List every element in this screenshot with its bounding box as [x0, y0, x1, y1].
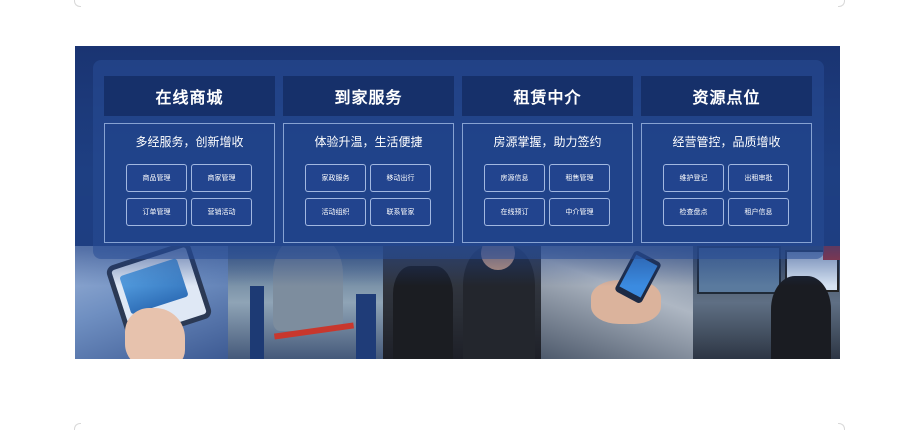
- tenant-info-button[interactable]: 租户信息: [728, 198, 789, 226]
- event-organization-button[interactable]: 活动组织: [305, 198, 366, 226]
- card-subtitle: 体验升温，生活便捷: [314, 135, 423, 149]
- order-management-button[interactable]: 订单管理: [126, 198, 187, 226]
- card-body: 经营管控，品质增收 维护登记 出租审批 检查盘点 租户信息: [641, 123, 812, 243]
- service-cards-panel: 在线商城 多经服务，创新增收 商品管理 商家管理 订单管理 营销活动 到家服务 …: [93, 60, 824, 259]
- contact-butler-button[interactable]: 联系管家: [370, 198, 431, 226]
- card-title: 资源点位: [641, 76, 812, 116]
- rental-approval-button[interactable]: 出租审批: [728, 164, 789, 192]
- marketing-activity-button[interactable]: 营销活动: [191, 198, 252, 226]
- card-body: 体验升温，生活便捷 家政服务 移动出行 活动组织 联系管家: [283, 123, 454, 243]
- services-banner: 在线商城 多经服务，创新增收 商品管理 商家管理 订单管理 营销活动 到家服务 …: [75, 46, 840, 359]
- card-home-service: 到家服务 体验升温，生活便捷 家政服务 移动出行 活动组织 联系管家: [283, 76, 454, 243]
- listing-info-button[interactable]: 房源信息: [484, 164, 545, 192]
- merchant-management-button[interactable]: 商家管理: [191, 164, 252, 192]
- inspection-inventory-button[interactable]: 检查盘点: [663, 198, 724, 226]
- frame-corner-top-left: [74, 0, 81, 7]
- card-title: 到家服务: [283, 76, 454, 116]
- card-title: 租赁中介: [462, 76, 633, 116]
- product-management-button[interactable]: 商品管理: [126, 164, 187, 192]
- rent-sale-management-button[interactable]: 租售管理: [549, 164, 610, 192]
- agency-management-button[interactable]: 中介管理: [549, 198, 610, 226]
- card-online-mall: 在线商城 多经服务，创新增收 商品管理 商家管理 订单管理 营销活动: [104, 76, 275, 243]
- card-subtitle: 多经服务，创新增收: [135, 135, 244, 149]
- card-body: 房源掌握，助力签约 房源信息 租售管理 在线预订 中介管理: [462, 123, 633, 243]
- card-rental-agency: 租赁中介 房源掌握，助力签约 房源信息 租售管理 在线预订 中介管理: [462, 76, 633, 243]
- housekeeping-button[interactable]: 家政服务: [305, 164, 366, 192]
- card-subtitle: 经营管控，品质增收: [672, 135, 781, 149]
- frame-corner-top-right: [838, 0, 845, 7]
- mobile-travel-button[interactable]: 移动出行: [370, 164, 431, 192]
- card-title: 在线商城: [104, 76, 275, 116]
- online-booking-button[interactable]: 在线预订: [484, 198, 545, 226]
- card-body: 多经服务，创新增收 商品管理 商家管理 订单管理 营销活动: [104, 123, 275, 243]
- card-resource-points: 资源点位 经营管控，品质增收 维护登记 出租审批 检查盘点 租户信息: [641, 76, 812, 243]
- maintenance-registration-button[interactable]: 维护登记: [663, 164, 724, 192]
- card-subtitle: 房源掌握，助力签约: [493, 135, 602, 149]
